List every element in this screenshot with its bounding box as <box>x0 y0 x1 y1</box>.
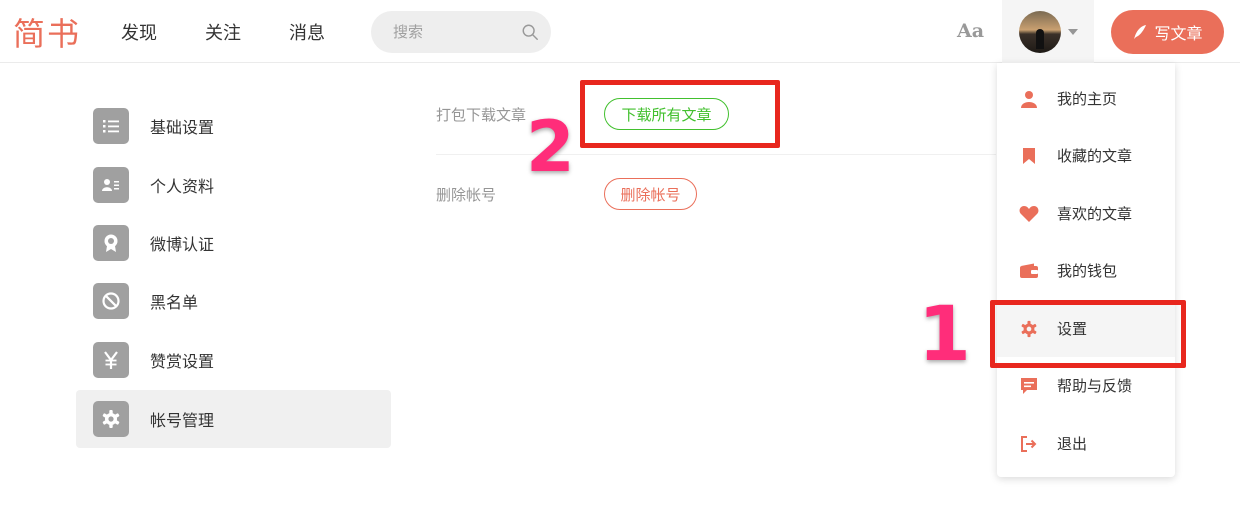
annotation-box-download <box>580 80 780 148</box>
avatar-figure <box>1036 29 1044 49</box>
sidebar-item-label: 黑名单 <box>150 293 199 312</box>
gear-icon <box>93 401 129 437</box>
sidebar-item-label: 帐号管理 <box>150 411 215 430</box>
logo[interactable]: 简书 <box>13 9 81 55</box>
user-icon <box>1019 89 1039 109</box>
delete-account-button[interactable]: 删除帐号 <box>604 178 697 210</box>
badge-icon <box>93 225 129 261</box>
bookmark-icon <box>1019 146 1039 166</box>
feather-pen-icon <box>1134 25 1147 39</box>
menu-item-liked-articles[interactable]: 喜欢的文章 <box>997 185 1175 242</box>
sidebar-item-label: 赞赏设置 <box>150 352 215 371</box>
sidebar-item-account-management[interactable]: 帐号管理 <box>76 390 391 448</box>
annotation-step-2: 2 <box>526 106 575 188</box>
sidebar-item-blacklist[interactable]: 黑名单 <box>76 272 391 330</box>
user-dropdown-menu: 我的主页 收藏的文章 喜欢的文章 我的钱包 设置 帮助与反馈 退出 <box>997 63 1175 477</box>
avatar[interactable] <box>1019 11 1061 53</box>
delete-account-row-label: 删除帐号 <box>436 186 497 204</box>
sidebar-item-weibo-verify[interactable]: 微博认证 <box>76 214 391 272</box>
menu-item-wallet[interactable]: 我的钱包 <box>997 242 1175 299</box>
menu-item-label: 退出 <box>1057 435 1088 453</box>
sidebar-item-reward-settings[interactable]: 赞赏设置 <box>76 331 391 389</box>
ban-icon <box>93 283 129 319</box>
nav-messages[interactable]: 消息 <box>289 19 325 45</box>
menu-item-logout[interactable]: 退出 <box>997 415 1175 472</box>
menu-item-label: 帮助与反馈 <box>1057 377 1133 395</box>
heart-icon <box>1019 204 1039 224</box>
menu-item-label: 我的主页 <box>1057 90 1118 108</box>
top-navbar: 简书 发现 关注 消息 Aa 写文章 <box>0 0 1240 63</box>
write-article-label: 写文章 <box>1154 24 1203 43</box>
sidebar-item-profile[interactable]: 个人资料 <box>76 156 391 214</box>
chevron-down-icon <box>1068 29 1078 35</box>
logout-icon <box>1019 434 1039 454</box>
write-article-button[interactable]: 写文章 <box>1111 10 1224 54</box>
menu-item-label: 我的钱包 <box>1057 262 1118 280</box>
yen-icon <box>93 342 129 378</box>
nav-follow[interactable]: 关注 <box>205 19 241 45</box>
sidebar-item-label: 个人资料 <box>150 177 215 196</box>
list-icon <box>93 108 129 144</box>
menu-item-label: 喜欢的文章 <box>1057 205 1133 223</box>
sidebar-item-basic-settings[interactable]: 基础设置 <box>76 97 391 155</box>
chat-icon <box>1019 376 1039 396</box>
sidebar-item-label: 微博认证 <box>150 235 215 254</box>
download-row-label: 打包下载文章 <box>436 106 527 124</box>
search-icon[interactable] <box>521 23 539 41</box>
search-input[interactable] <box>393 22 513 42</box>
annotation-step-1: 1 <box>918 289 971 378</box>
menu-item-label: 收藏的文章 <box>1057 147 1133 165</box>
search-box <box>371 11 551 53</box>
id-card-icon <box>93 167 129 203</box>
annotation-box-settings <box>990 300 1186 368</box>
sidebar-item-label: 基础设置 <box>150 118 215 137</box>
menu-item-my-homepage[interactable]: 我的主页 <box>997 70 1175 127</box>
nav-discover[interactable]: 发现 <box>121 19 157 45</box>
font-size-toggle[interactable]: Aa <box>957 20 984 42</box>
divider <box>436 154 996 155</box>
user-menu-trigger[interactable] <box>1002 0 1094 63</box>
menu-item-bookmarks[interactable]: 收藏的文章 <box>997 127 1175 184</box>
wallet-icon <box>1019 261 1039 281</box>
